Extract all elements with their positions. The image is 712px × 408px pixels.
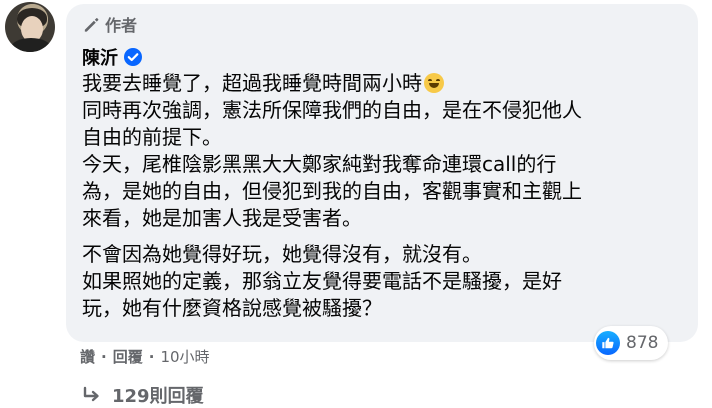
comment-line: 不會因為她覺得好玩，她覺得沒有，就沒有。 xyxy=(82,242,482,266)
separator-dot: · xyxy=(148,347,155,366)
reaction-count: 878 xyxy=(626,333,659,353)
separator-dot: · xyxy=(101,347,107,366)
view-replies-link[interactable]: 129則回覆 xyxy=(82,382,204,408)
reply-arrow-icon xyxy=(83,386,99,402)
replies-count-label: 129則回覆 xyxy=(112,386,204,407)
comment-line: 為，是她的自由，但侵犯到我的自由，客觀事實和主觀上 xyxy=(82,179,582,203)
comment-paragraph: 同時再次強調，憲法所保障我們的自由，是在不侵犯他人 自由的前提下。 xyxy=(82,97,680,151)
comment-line: 今天，尾椎陰影黑黑大大鄭家純對我奪命連環call的行 xyxy=(82,152,557,176)
comment-paragraph: 今天，尾椎陰影黑黑大大鄭家純對我奪命連環call的行 為，是她的自由，但侵犯到我… xyxy=(82,151,680,232)
comment-actions: 讚 · 回覆 · 10小時 xyxy=(80,346,210,367)
verified-badge-icon xyxy=(124,48,142,66)
timestamp[interactable]: 10小時 xyxy=(160,346,209,367)
author-name[interactable]: 陳沂 xyxy=(82,44,118,70)
comment-line: 玩，她有什麼資格說感覺被騷擾？ xyxy=(82,296,382,320)
comment-line: 我要去睡覺了，超過我睡覺時間兩小時 xyxy=(82,71,422,95)
reply-button[interactable]: 回覆 xyxy=(113,346,143,367)
author-badge: 作者 xyxy=(82,12,137,36)
comment-text: 我要去睡覺了，超過我睡覺時間兩小時 同時再次強調，憲法所保障我們的自由，是在不侵… xyxy=(82,70,680,322)
like-button[interactable]: 讚 xyxy=(80,346,95,367)
comment-paragraph: 不會因為她覺得好玩，她覺得沒有，就沒有。 如果照她的定義，那翁立友覺得要電話不是… xyxy=(82,241,680,322)
comment-paragraph: 我要去睡覺了，超過我睡覺時間兩小時 xyxy=(82,70,680,97)
author-avatar[interactable] xyxy=(5,2,55,52)
comment-line: 同時再次強調，憲法所保障我們的自由，是在不侵犯他人 xyxy=(82,98,582,122)
like-reaction-icon xyxy=(596,331,620,355)
reaction-summary[interactable]: 878 xyxy=(594,326,669,360)
comment-bubble: 作者 陳沂 我要去睡覺了，超過我睡覺時間兩小時 同時再次強調，憲法所保障我們的自… xyxy=(66,4,698,342)
pencil-icon xyxy=(84,17,99,32)
avatar-body xyxy=(11,38,51,52)
comment-line: 自由的前提下。 xyxy=(82,125,222,149)
author-badge-label: 作者 xyxy=(105,16,138,35)
comment-line: 來看，她是加害人我是受害者。 xyxy=(82,206,362,230)
comment-line: 如果照她的定義，那翁立友覺得要電話不是騷擾，是好 xyxy=(82,269,562,293)
author-row: 陳沂 xyxy=(82,44,143,70)
grinning-squinting-face-icon xyxy=(424,73,444,93)
